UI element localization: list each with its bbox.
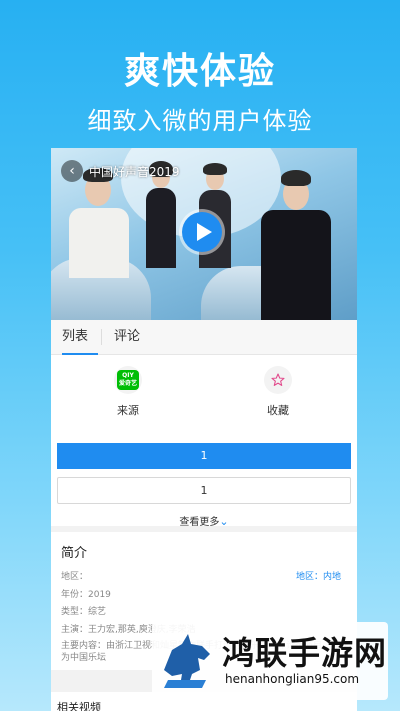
favorite-button[interactable]: 收藏	[248, 366, 308, 418]
iqiyi-icon: QIY 爱奇艺	[114, 366, 142, 394]
episode-button-selected[interactable]: 1	[57, 443, 351, 469]
intro-title: 简介	[61, 546, 88, 561]
tab-bar: 列表 评论	[51, 320, 357, 355]
related-videos-title: 相关视频	[57, 701, 101, 711]
promo-title: 爽快体验	[123, 51, 276, 92]
source-button[interactable]: QIY 爱奇艺 来源	[98, 366, 158, 418]
favorite-label: 收藏	[267, 404, 289, 417]
source-label: 来源	[117, 404, 139, 417]
play-icon[interactable]	[182, 212, 222, 252]
year-info: 年份：2019	[61, 590, 111, 600]
watermark-title: 鸿联手游网	[222, 634, 388, 672]
region-label: 地区：	[61, 572, 89, 582]
video-title: 中国好声音2019	[89, 165, 180, 179]
star-icon	[264, 366, 292, 394]
episode-button[interactable]: 1	[57, 477, 351, 504]
tab-list[interactable]: 列表	[62, 320, 98, 355]
type-info: 类型：综艺	[61, 607, 107, 617]
horse-logo-icon	[164, 634, 210, 688]
section-divider	[51, 526, 357, 532]
iqiyi-logo: QIY 爱奇艺	[117, 370, 139, 390]
video-player[interactable]: ‹ 中国好声音2019	[51, 148, 357, 320]
watermark-url: henanhonglian95.com	[225, 672, 360, 686]
tab-separator	[101, 329, 102, 345]
promo-subtitle: 细致入微的用户体验	[87, 107, 313, 135]
tab-comments[interactable]: 评论	[114, 320, 140, 354]
site-watermark: 鸿联手游网 henanhonglian95.com	[152, 622, 388, 700]
region-value: 地区：内地	[296, 572, 342, 582]
chevron-left-icon[interactable]: ‹	[61, 160, 83, 182]
